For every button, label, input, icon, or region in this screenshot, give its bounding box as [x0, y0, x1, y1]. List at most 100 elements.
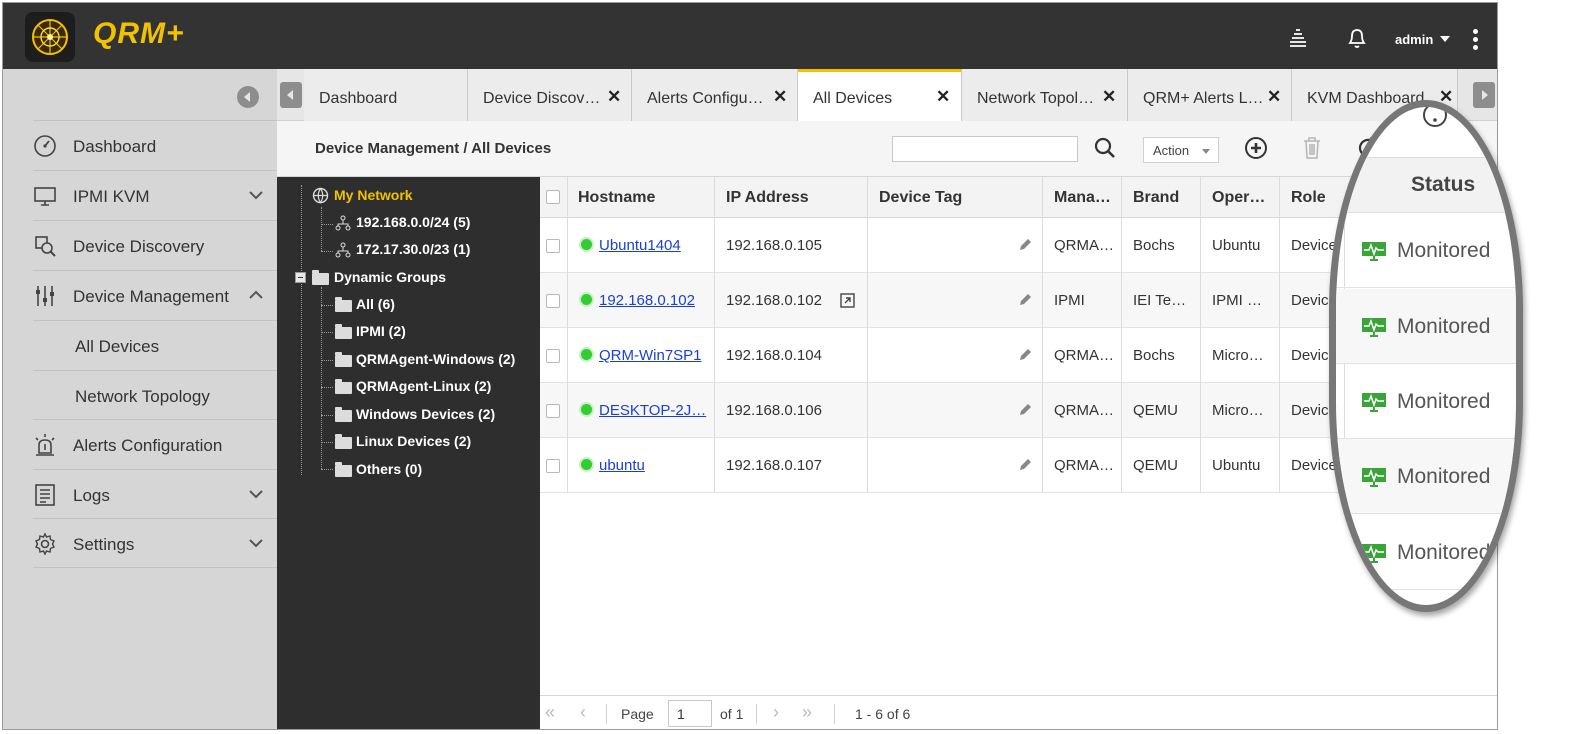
tree-node-group[interactable]: Windows Devices (2) [356, 406, 495, 422]
record-summary: 1 - 6 of 6 [855, 706, 911, 722]
tab-qrm-alerts-log[interactable]: QRM+ Alerts L… ✕ [1128, 69, 1292, 121]
chevron-down-icon[interactable] [247, 534, 265, 552]
tree-node-group[interactable]: QRMAgent-Windows (2) [356, 351, 515, 367]
qrm-logo-icon [25, 12, 75, 62]
collapse-sidebar-button[interactable] [237, 86, 259, 108]
open-web-ui-icon[interactable] [840, 293, 855, 308]
more-vertical-icon[interactable] [1473, 29, 1479, 51]
tab-all-devices[interactable]: All Devices ✕ [798, 69, 962, 121]
os-cell: Micro… [1212, 402, 1264, 419]
tree-node-dynamic-groups[interactable]: Dynamic Groups [334, 269, 446, 285]
column-header-os[interactable]: Oper… [1212, 189, 1265, 207]
row-checkbox[interactable] [546, 349, 560, 363]
sidebar-item-device-management[interactable]: Device Management [33, 270, 277, 320]
tab-scroll-right-button[interactable] [1473, 82, 1495, 108]
dashboard-gauge-icon [34, 135, 56, 157]
edit-tag-icon[interactable] [1017, 237, 1033, 253]
edit-tag-icon[interactable] [1017, 402, 1033, 418]
tab-device-discovery[interactable]: Device Discov… ✕ [468, 69, 632, 121]
globe-icon [312, 187, 329, 204]
pagination-bar: « ‹ Page of 1 › » 1 - 6 of 6 [540, 695, 1497, 729]
monitor-status-icon [1362, 242, 1386, 261]
gear-icon [35, 532, 55, 556]
sidebar-item-logs[interactable]: Logs [33, 469, 277, 519]
sidebar-subitem-all-devices[interactable]: All Devices [33, 320, 277, 370]
status-dot [581, 349, 592, 360]
tab-strip: Dashboard Device Discov… ✕ Alerts Config… [277, 69, 1497, 121]
search-icon[interactable] [1092, 135, 1118, 161]
status-column-callout: Status Monitored Monitored Monitored Mon… [1329, 100, 1523, 612]
column-header-brand[interactable]: Brand [1133, 189, 1179, 207]
hostname-link[interactable]: Ubuntu1404 [599, 237, 681, 254]
last-page-icon[interactable]: » [802, 702, 812, 723]
hostname-link[interactable]: ubuntu [599, 457, 645, 474]
column-header-device-tag[interactable]: Device Tag [879, 189, 962, 207]
stack-notes-icon[interactable] [1285, 25, 1311, 51]
bell-icon[interactable] [1344, 25, 1370, 51]
sidebar: Dashboard IPMI KVM Device Discovery Devi… [3, 69, 277, 729]
add-circle-icon[interactable] [1243, 135, 1269, 161]
edit-tag-icon[interactable] [1017, 292, 1033, 308]
hostname-link[interactable]: 192.168.0.102 [599, 292, 695, 309]
close-icon[interactable]: ✕ [607, 87, 621, 107]
row-checkbox[interactable] [546, 459, 560, 473]
tree-node-my-network[interactable]: My Network [334, 187, 413, 203]
tree-node-subnet[interactable]: 192.168.0.0/24 (5) [356, 214, 470, 230]
tree-node-subnet[interactable]: 172.17.30.0/23 (1) [356, 241, 470, 257]
help-icon[interactable] [1422, 107, 1448, 133]
edit-tag-icon[interactable] [1017, 457, 1033, 473]
tab-network-topology[interactable]: Network Topol… ✕ [962, 69, 1128, 121]
trash-icon[interactable] [1299, 135, 1325, 161]
tab-dashboard[interactable]: Dashboard [304, 69, 468, 121]
row-checkbox[interactable] [546, 239, 560, 253]
management-cell: QRMA… [1054, 457, 1114, 474]
chevron-down-icon[interactable] [247, 186, 265, 204]
tab-label: QRM+ Alerts L… [1143, 90, 1264, 107]
search-input[interactable] [892, 136, 1078, 162]
column-header-ip-address[interactable]: IP Address [726, 189, 809, 207]
column-header-hostname[interactable]: Hostname [578, 189, 655, 207]
ip-cell: 192.168.0.105 [726, 237, 822, 254]
sidebar-subitem-network-topology[interactable]: Network Topology [33, 370, 277, 420]
hostname-link[interactable]: QRM-Win7SP1 [599, 347, 702, 364]
tree-node-group[interactable]: IPMI (2) [356, 323, 406, 339]
chevron-up-icon[interactable] [247, 286, 265, 304]
row-checkbox[interactable] [546, 294, 560, 308]
sidebar-item-label: Dashboard [73, 137, 157, 156]
tree-node-group[interactable]: All (6) [356, 296, 395, 312]
tree-node-group[interactable]: Others (0) [356, 461, 422, 477]
sidebar-item-dashboard[interactable]: Dashboard [33, 120, 277, 170]
sidebar-item-ipmi-kvm[interactable]: IPMI KVM [33, 170, 277, 220]
close-icon[interactable]: ✕ [773, 87, 787, 107]
column-header-management[interactable]: Mana… [1054, 189, 1111, 207]
sidebar-item-settings[interactable]: Settings [33, 518, 277, 568]
next-page-icon[interactable]: › [773, 702, 779, 723]
ip-cell: 192.168.0.104 [726, 347, 822, 364]
collapse-toggle-icon[interactable] [295, 272, 306, 283]
close-icon[interactable]: ✕ [936, 87, 950, 107]
action-dropdown[interactable]: Action [1143, 137, 1219, 163]
previous-page-icon[interactable]: ‹ [580, 702, 586, 723]
hostname-link[interactable]: DESKTOP-2J… [599, 402, 706, 419]
close-icon[interactable]: ✕ [1102, 87, 1116, 107]
select-all-checkbox[interactable] [546, 190, 560, 204]
sidebar-item-device-discovery[interactable]: Device Discovery [33, 220, 277, 270]
close-icon[interactable]: ✕ [1267, 87, 1281, 107]
top-bar: QRM+ admin [3, 3, 1497, 69]
ip-cell: 192.168.0.107 [726, 457, 822, 474]
user-menu[interactable]: admin [1395, 32, 1433, 47]
column-header-role[interactable]: Role [1291, 189, 1326, 207]
status-value: Monitored [1397, 315, 1491, 338]
first-page-icon[interactable]: « [545, 702, 555, 723]
page-number-input[interactable] [668, 700, 712, 727]
tree-node-group[interactable]: QRMAgent-Linux (2) [356, 378, 491, 394]
chevron-down-icon[interactable] [247, 485, 265, 503]
sidebar-item-alerts-configuration[interactable]: Alerts Configuration [33, 419, 277, 469]
tree-node-group[interactable]: Linux Devices (2) [356, 433, 471, 449]
tab-label: Network Topol… [977, 90, 1095, 107]
row-checkbox[interactable] [546, 404, 560, 418]
tab-alerts-configuration[interactable]: Alerts Configu… ✕ [632, 69, 798, 121]
tab-scroll-left-button[interactable] [280, 82, 302, 108]
edit-tag-icon[interactable] [1017, 347, 1033, 363]
chevron-down-icon[interactable] [1440, 36, 1450, 42]
